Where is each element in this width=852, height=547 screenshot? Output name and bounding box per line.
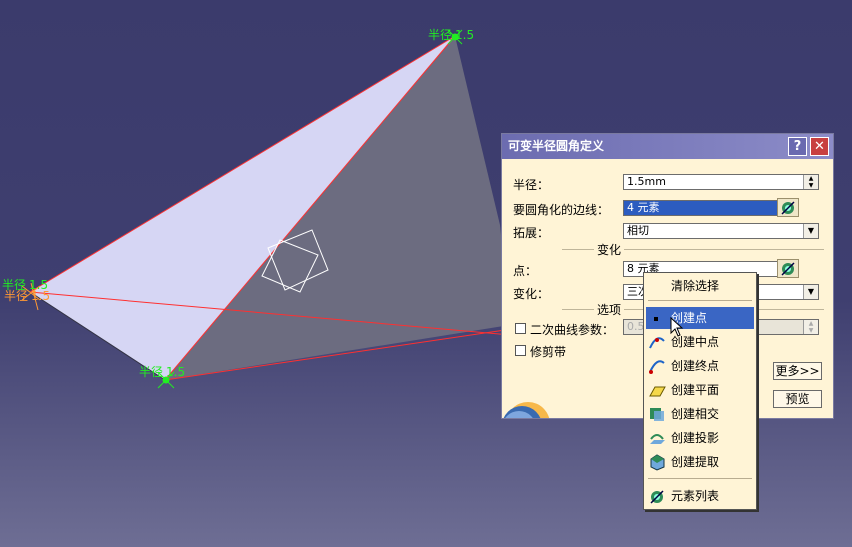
chevron-down-icon[interactable]: ▼ [803, 224, 818, 238]
radius-spinner[interactable]: ▲ ▼ [803, 175, 818, 189]
conic-label: 二次曲线参数： [530, 323, 615, 337]
menu-item-create-midpoint[interactable]: 创建中点 [646, 331, 754, 353]
dialog-title: 可变半径圆角定义 [508, 139, 605, 153]
options-section-title: 选项 [594, 301, 625, 318]
radius-value: 1.5mm [627, 175, 666, 188]
spin-down-icon[interactable]: ▼ [804, 327, 818, 334]
endpoint-icon [649, 360, 665, 374]
radius-value-left-2: 1.5 [31, 289, 50, 303]
menu-item-label: 创建提取 [671, 455, 720, 469]
edges-input[interactable]: 4 元素 [623, 200, 778, 216]
multi-select-icon [781, 201, 795, 215]
conic-value: 0.5 [627, 320, 645, 333]
intersection-icon [650, 408, 664, 421]
svg-text:半径1.5: 半径 1.5 [139, 365, 185, 379]
projection-icon [650, 434, 665, 444]
svg-text:半径1.5: 半径 1.5 [428, 28, 474, 42]
trim-label: 修剪带 [530, 345, 567, 359]
svg-text:半径1.5: 半径 1.5 [4, 289, 50, 303]
radius-label-left-2: 半径 [4, 289, 28, 303]
menu-item-create-intersection[interactable]: 创建相交 [646, 403, 754, 425]
points-select-button[interactable] [777, 259, 799, 278]
menu-separator [648, 300, 752, 301]
preview-button[interactable]: 预览 [773, 390, 822, 408]
menu-item-create-endpoint[interactable]: 创建终点 [646, 355, 754, 377]
spin-up-icon[interactable]: ▲ [804, 320, 818, 327]
context-menu[interactable]: 清除选择 创建点 创建中点 创建终点 创建平面 创建相交 创建投影 创建提取 元… [643, 272, 757, 510]
radius-value-top: 1.5 [455, 28, 474, 42]
menu-item-create-extract[interactable]: 创建提取 [646, 451, 754, 473]
variation-label: 变化： [513, 287, 550, 301]
menu-item-label: 创建平面 [671, 383, 720, 397]
spin-down-icon[interactable]: ▼ [804, 182, 818, 189]
chevron-down-icon[interactable]: ▼ [803, 285, 818, 299]
plane-icon [649, 386, 666, 397]
menu-item-label: 元素列表 [671, 489, 720, 503]
menu-item-label: 创建相交 [671, 407, 720, 421]
radius-label-top: 半径 [428, 28, 452, 42]
multi-select-icon [781, 262, 795, 276]
more-button[interactable]: 更多>> [773, 362, 822, 380]
point-icon [654, 317, 658, 321]
app-logo [502, 394, 550, 418]
radius-input[interactable]: 1.5mm ▲ ▼ [623, 174, 819, 190]
menu-separator [648, 478, 752, 479]
radius-label-bottom: 半径 [139, 365, 163, 379]
points-label: 点： [513, 264, 538, 278]
menu-item-create-plane[interactable]: 创建平面 [646, 379, 754, 401]
element-list-icon [650, 490, 664, 504]
edges-label: 要圆角化的边线： [513, 203, 610, 217]
mouse-cursor-icon [670, 317, 684, 337]
menu-item-label: 创建终点 [671, 359, 720, 373]
radius-label: 半径： [513, 178, 550, 192]
midpoint-icon [649, 337, 665, 349]
edges-select-button[interactable] [777, 198, 799, 217]
trim-checkbox[interactable] [515, 345, 526, 356]
help-button[interactable]: ? [788, 137, 807, 156]
conic-checkbox[interactable] [515, 323, 526, 334]
extend-value: 相切 [627, 224, 649, 237]
variation-section-title: 变化 [594, 241, 625, 258]
extract-icon [650, 454, 665, 471]
close-button[interactable]: ✕ [810, 137, 829, 156]
menu-item-label: 创建投影 [671, 431, 720, 445]
menu-item-label: 清除选择 [671, 279, 720, 293]
extend-label: 拓展： [513, 226, 550, 240]
menu-item-create-projection[interactable]: 创建投影 [646, 427, 754, 449]
conic-spinner[interactable]: ▲ ▼ [803, 320, 818, 334]
menu-item-create-point[interactable]: 创建点 [646, 307, 754, 329]
radius-value-bottom: 1.5 [166, 365, 185, 379]
dialog-titlebar[interactable]: 可变半径圆角定义 ? ✕ [502, 134, 833, 159]
extend-select[interactable]: 相切 ▼ [623, 223, 819, 239]
spin-up-icon[interactable]: ▲ [804, 175, 818, 182]
menu-item-clear-selection[interactable]: 清除选择 [646, 275, 754, 297]
menu-item-element-list[interactable]: 元素列表 [646, 485, 754, 507]
